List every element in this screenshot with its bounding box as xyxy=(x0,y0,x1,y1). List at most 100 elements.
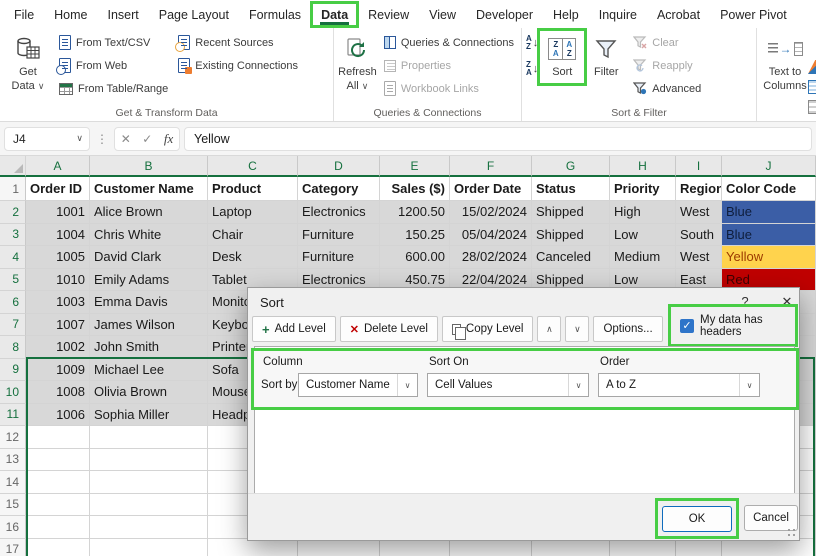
tab-file[interactable]: File xyxy=(4,2,44,27)
cell-B16[interactable] xyxy=(90,516,208,539)
tab-formulas[interactable]: Formulas xyxy=(239,2,311,27)
row-header-7[interactable]: 7 xyxy=(0,313,26,336)
cell-F3[interactable]: 05/04/2024 xyxy=(450,223,532,246)
sort-button[interactable]: ZA AZ Sort xyxy=(537,28,588,86)
cell-E1[interactable]: Sales ($) xyxy=(380,177,450,201)
cell-H4[interactable]: Medium xyxy=(610,246,676,269)
resize-grip[interactable] xyxy=(787,528,797,538)
cell-C3[interactable]: Chair xyxy=(208,223,298,246)
cell-B17[interactable] xyxy=(90,538,208,556)
refresh-all-button[interactable]: Refresh All ∨ xyxy=(336,31,379,97)
sort-ascending-button[interactable]: AZ ↓ xyxy=(526,35,538,51)
row-header-3[interactable]: 3 xyxy=(0,223,26,246)
filter-button[interactable]: Filter xyxy=(584,31,628,83)
row-header-9[interactable]: 9 xyxy=(0,358,26,381)
delete-level-button[interactable]: ✕ Delete Level xyxy=(339,316,438,342)
column-dropdown[interactable]: Customer Name ∨ xyxy=(298,373,418,397)
cell-J4[interactable]: Yellow xyxy=(722,246,816,269)
tab-power-pivot[interactable]: Power Pivot xyxy=(710,2,797,27)
my-data-has-headers-label[interactable]: My data has headers xyxy=(700,314,795,338)
cancel-entry-icon[interactable]: ✕ xyxy=(121,132,131,146)
recent-sources-button[interactable]: Recent Sources xyxy=(175,32,301,53)
cell-G17[interactable] xyxy=(532,538,610,556)
tab-acrobat[interactable]: Acrobat xyxy=(647,2,710,27)
formula-input[interactable]: Yellow xyxy=(184,126,812,151)
copy-level-button[interactable]: Copy Level xyxy=(441,316,534,342)
from-table-range-button[interactable]: From Table/Range xyxy=(56,78,171,99)
cell-B4[interactable]: David Clark xyxy=(90,246,208,269)
tab-data[interactable]: Data xyxy=(310,0,360,28)
cell-B2[interactable]: Alice Brown xyxy=(90,201,208,224)
cell-A1[interactable]: Order ID xyxy=(26,177,90,201)
column-header-C[interactable]: C xyxy=(208,156,298,177)
cell-B10[interactable]: Olivia Brown xyxy=(90,381,208,404)
row-header-15[interactable]: 15 xyxy=(0,493,26,516)
cell-B6[interactable]: Emma Davis xyxy=(90,291,208,314)
cell-I2[interactable]: West xyxy=(676,201,722,224)
cell-B7[interactable]: James Wilson xyxy=(90,313,208,336)
cell-A14[interactable] xyxy=(26,471,90,494)
cell-A3[interactable]: 1004 xyxy=(26,223,90,246)
column-header-I[interactable]: I xyxy=(676,156,722,177)
tab-inquire[interactable]: Inquire xyxy=(589,2,647,27)
cell-H3[interactable]: Low xyxy=(610,223,676,246)
row-header-11[interactable]: 11 xyxy=(0,403,26,426)
cell-A13[interactable] xyxy=(26,448,90,471)
cell-A17[interactable] xyxy=(26,538,90,556)
cell-H17[interactable] xyxy=(610,538,676,556)
cell-G3[interactable]: Shipped xyxy=(532,223,610,246)
tab-view[interactable]: View xyxy=(419,2,466,27)
cell-E2[interactable]: 1200.50 xyxy=(380,201,450,224)
cell-A8[interactable]: 1002 xyxy=(26,336,90,359)
cell-B9[interactable]: Michael Lee xyxy=(90,358,208,381)
column-header-D[interactable]: D xyxy=(298,156,380,177)
cell-H2[interactable]: High xyxy=(610,201,676,224)
cell-J3[interactable]: Blue xyxy=(722,223,816,246)
cell-J2[interactable]: Blue xyxy=(722,201,816,224)
cell-G2[interactable]: Shipped xyxy=(532,201,610,224)
cell-E17[interactable] xyxy=(380,538,450,556)
cell-D2[interactable]: Electronics xyxy=(298,201,380,224)
name-box[interactable]: J4 ∨ xyxy=(4,126,90,151)
queries-connections-button[interactable]: Queries & Connections xyxy=(381,32,517,53)
row-header-14[interactable]: 14 xyxy=(0,471,26,494)
cell-B11[interactable]: Sophia Miller xyxy=(90,403,208,426)
column-header-B[interactable]: B xyxy=(90,156,208,177)
column-header-A[interactable]: A xyxy=(26,156,90,177)
cell-B13[interactable] xyxy=(90,448,208,471)
cell-F1[interactable]: Order Date xyxy=(450,177,532,201)
cell-D3[interactable]: Furniture xyxy=(298,223,380,246)
existing-connections-button[interactable]: Existing Connections xyxy=(175,55,301,76)
name-box-chevron-icon[interactable]: ∨ xyxy=(76,133,89,144)
tab-help[interactable]: Help xyxy=(543,2,589,27)
cell-C1[interactable]: Product xyxy=(208,177,298,201)
move-up-button[interactable]: ∧ xyxy=(537,316,562,342)
cell-B8[interactable]: John Smith xyxy=(90,336,208,359)
move-down-button[interactable]: ∨ xyxy=(565,316,590,342)
cell-C4[interactable]: Desk xyxy=(208,246,298,269)
cell-F2[interactable]: 15/02/2024 xyxy=(450,201,532,224)
ok-button[interactable]: OK xyxy=(662,505,732,532)
cell-I3[interactable]: South xyxy=(676,223,722,246)
row-header-2[interactable]: 2 xyxy=(0,201,26,224)
text-to-columns-button[interactable]: → Text to Columns xyxy=(759,31,811,97)
get-data-button[interactable]: Get Data ∨ xyxy=(2,31,54,97)
cell-C2[interactable]: Laptop xyxy=(208,201,298,224)
confirm-entry-icon[interactable]: ✓ xyxy=(142,132,152,146)
cell-F4[interactable]: 28/02/2024 xyxy=(450,246,532,269)
tab-home[interactable]: Home xyxy=(44,2,97,27)
cell-C17[interactable] xyxy=(208,538,298,556)
cell-D4[interactable]: Furniture xyxy=(298,246,380,269)
options-button[interactable]: Options... xyxy=(593,316,663,342)
cell-I1[interactable]: Region xyxy=(676,177,722,201)
row-header-10[interactable]: 10 xyxy=(0,381,26,404)
cell-A5[interactable]: 1010 xyxy=(26,268,90,291)
row-header-13[interactable]: 13 xyxy=(0,448,26,471)
cell-J1[interactable]: Color Code xyxy=(722,177,816,201)
row-header-17[interactable]: 17 xyxy=(0,538,26,556)
cell-A4[interactable]: 1005 xyxy=(26,246,90,269)
cell-A2[interactable]: 1001 xyxy=(26,201,90,224)
sort-descending-button[interactable]: ZA ↓ xyxy=(526,61,538,77)
row-header-4[interactable]: 4 xyxy=(0,246,26,269)
tab-review[interactable]: Review xyxy=(358,2,419,27)
